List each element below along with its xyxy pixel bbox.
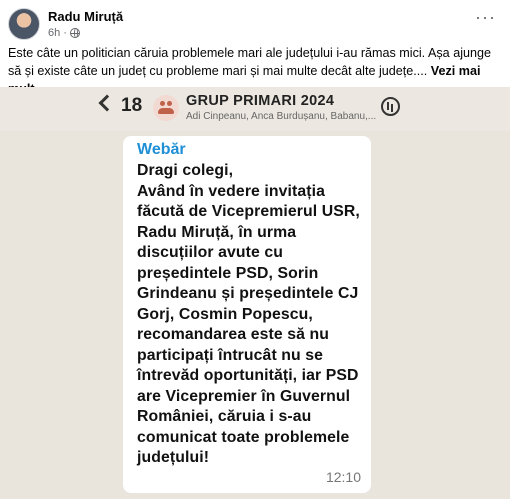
post-header: Radu Miruță 6h · ···	[0, 0, 510, 40]
post-time[interactable]: 6h	[48, 27, 60, 39]
avatar[interactable]	[8, 8, 40, 40]
author-name[interactable]: Radu Miruță	[48, 9, 123, 24]
message-text: Dragi colegi, Având în vedere invitația f…	[137, 162, 360, 466]
group-members: Adi Cinpeanu, Anca Burdușanu, Babanu,...	[186, 111, 377, 122]
post-image[interactable]: 18 GRUP PRIMARI 2024 Adi Cinpeanu, Anca …	[0, 87, 510, 499]
message-sender: Webăr	[137, 141, 186, 158]
call-icon	[381, 97, 400, 116]
meta-separator: ·	[63, 27, 67, 39]
back-chevron-icon	[98, 94, 116, 112]
group-icon	[153, 95, 179, 121]
message-bubble: Webăr Dragi colegi, Având în vedere invit…	[123, 136, 371, 493]
chat-header: 18 GRUP PRIMARI 2024 Adi Cinpeanu, Anca …	[0, 87, 510, 131]
group-name: GRUP PRIMARI 2024	[186, 93, 335, 109]
message-time: 12:10	[325, 469, 361, 485]
post-body: Este câte un politician căruia problemel…	[8, 46, 492, 78]
more-options-icon[interactable]: ···	[475, 8, 496, 26]
globe-icon	[69, 28, 80, 38]
post-meta: 6h ·	[48, 27, 80, 39]
unread-count: 18	[121, 95, 143, 116]
